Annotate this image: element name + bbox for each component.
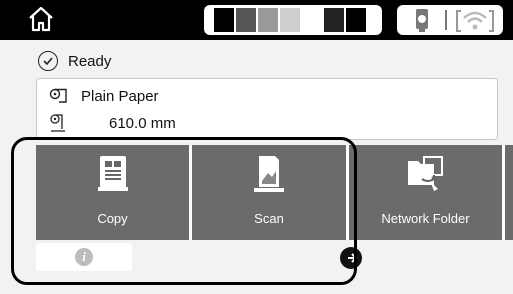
paper-width-number: 610.0 xyxy=(109,114,147,132)
paper-settings-card[interactable]: Plain Paper 610.0 mm xyxy=(36,78,498,140)
ink-level-4 xyxy=(280,8,300,32)
next-tile-edge[interactable] xyxy=(505,145,513,240)
roll-width-icon xyxy=(50,114,65,132)
info-icon: i xyxy=(75,248,93,266)
function-tiles: Copy Scan Network Folder xyxy=(36,145,513,240)
copy-tile[interactable]: Copy xyxy=(36,145,189,240)
arrow-right-icon xyxy=(348,253,358,263)
scroll-right-button[interactable] xyxy=(340,247,362,269)
printer-status: Ready xyxy=(38,48,111,74)
ethernet-icon xyxy=(416,9,428,32)
scan-tile[interactable]: Scan xyxy=(192,145,346,240)
ink-level-1 xyxy=(214,8,234,32)
scan-icon xyxy=(254,156,284,192)
network-status-indicator[interactable] xyxy=(397,5,503,35)
status-divider xyxy=(445,10,447,30)
ink-levels-indicator[interactable] xyxy=(204,5,382,35)
paper-width-value: 610.0 mm xyxy=(109,115,176,132)
ink-level-3 xyxy=(258,8,278,32)
wifi-icon xyxy=(456,10,494,32)
home-button[interactable] xyxy=(26,4,56,34)
paper-type-label: Plain Paper xyxy=(81,87,159,105)
copy-label: Copy xyxy=(97,211,128,226)
scan-label: Scan xyxy=(254,211,284,226)
paper-width-row: 610.0 mm xyxy=(49,113,176,133)
ink-level-2 xyxy=(236,8,256,32)
copy-icon xyxy=(97,156,128,191)
status-text: Ready xyxy=(68,52,112,70)
paper-width-unit: mm xyxy=(150,114,176,132)
network-folder-label: Network Folder xyxy=(381,211,470,226)
roll-paper-icon xyxy=(49,88,67,103)
top-bar xyxy=(0,0,513,40)
info-button[interactable]: i xyxy=(36,243,132,271)
paper-type-row: Plain Paper xyxy=(49,87,159,105)
network-folder-icon xyxy=(407,156,443,191)
home-icon xyxy=(29,6,53,32)
ink-level-5 xyxy=(324,8,344,32)
network-folder-tile[interactable]: Network Folder xyxy=(349,145,502,240)
ink-level-6 xyxy=(346,8,366,32)
check-circle-icon xyxy=(38,51,58,71)
